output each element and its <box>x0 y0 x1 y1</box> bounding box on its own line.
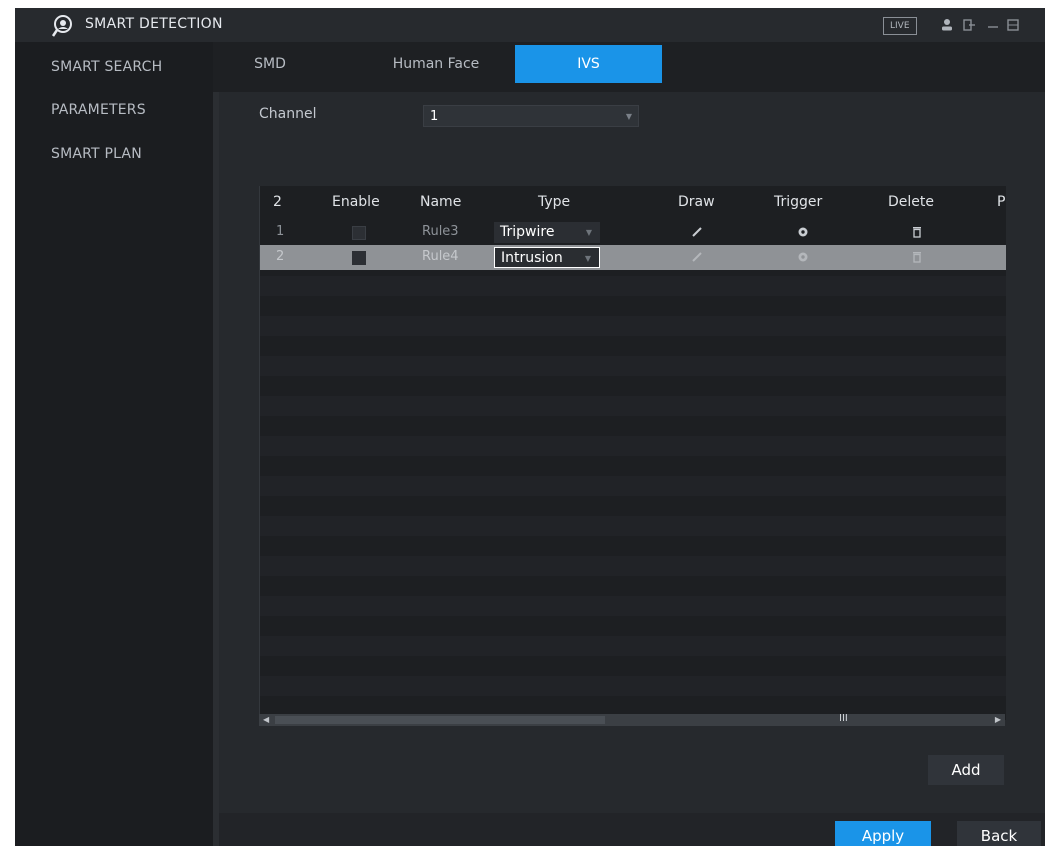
empty-row <box>260 676 1006 696</box>
col-type: Type <box>538 194 571 210</box>
main-window: SMART DETECTION LIVE SMART SEARCH PARAME… <box>15 8 1045 846</box>
col-enable: Enable <box>332 194 380 210</box>
col-p: P <box>997 194 1006 210</box>
type-select[interactable]: Intrusion ▼ <box>494 247 600 268</box>
back-button[interactable]: Back <box>957 821 1041 846</box>
channel-label: Channel <box>259 106 317 122</box>
sidebar: SMART SEARCH PARAMETERS SMART PLAN <box>15 42 213 846</box>
add-button[interactable]: Add <box>928 755 1004 785</box>
minimize-icon[interactable] <box>985 17 1001 33</box>
tab-ivs[interactable]: IVS <box>515 45 662 83</box>
table-row-selected[interactable]: 2 Rule4 Intrusion ▼ <box>260 245 1006 270</box>
page-title: SMART DETECTION <box>85 16 223 32</box>
empty-row <box>260 556 1006 576</box>
rule-name: Rule4 <box>422 249 459 264</box>
empty-row <box>260 316 1006 336</box>
draw-pencil-icon[interactable] <box>690 250 704 264</box>
row-index: 2 <box>276 249 285 264</box>
col-count: 2 <box>273 194 282 210</box>
chevron-down-icon: ▼ <box>584 254 591 263</box>
empty-row <box>260 596 1006 616</box>
col-draw: Draw <box>678 194 715 210</box>
channel-select[interactable]: 1 ▼ <box>423 105 639 127</box>
trigger-gear-icon[interactable] <box>796 250 810 264</box>
horizontal-scrollbar[interactable]: ◀ III ▶ <box>259 713 1005 726</box>
scroll-right-icon[interactable]: ▶ <box>995 714 1001 726</box>
empty-row <box>260 476 1006 496</box>
draw-pencil-icon[interactable] <box>690 225 704 239</box>
tab-human-face[interactable]: Human Face <box>381 45 491 83</box>
empty-row <box>260 436 1006 456</box>
enable-checkbox-checked[interactable] <box>352 251 366 265</box>
empty-row <box>260 516 1006 536</box>
delete-trash-icon[interactable] <box>910 250 924 264</box>
empty-row <box>260 356 1006 376</box>
rule-name: Rule3 <box>422 224 459 239</box>
type-value: Tripwire <box>500 224 555 240</box>
smart-detection-icon <box>51 15 72 37</box>
row-index: 1 <box>276 224 285 239</box>
type-select[interactable]: Tripwire ▼ <box>494 222 600 243</box>
live-button[interactable]: LIVE <box>883 17 917 35</box>
channel-value: 1 <box>430 109 439 124</box>
enable-checkbox[interactable] <box>352 226 366 240</box>
delete-trash-icon[interactable] <box>910 225 924 239</box>
scroll-left-icon[interactable]: ◀ <box>263 714 269 726</box>
col-name: Name <box>420 194 462 210</box>
col-delete: Delete <box>888 194 934 210</box>
logout-icon[interactable] <box>961 17 977 33</box>
col-trigger: Trigger <box>774 194 823 210</box>
user-icon[interactable] <box>939 17 955 33</box>
sidebar-item-smart-search[interactable]: SMART SEARCH <box>51 59 162 75</box>
tab-smd[interactable]: SMD <box>235 45 305 83</box>
trigger-gear-icon[interactable] <box>796 225 810 239</box>
chevron-down-icon: ▼ <box>585 228 592 237</box>
fullscreen-icon[interactable] <box>1005 17 1021 33</box>
scroll-grip: III <box>839 713 848 724</box>
sidebar-item-parameters[interactable]: PARAMETERS <box>51 102 146 118</box>
table-row[interactable]: 1 Rule3 Tripwire ▼ <box>260 220 1006 245</box>
table-header: 2 Enable Name Type Draw Trigger Delete P <box>260 186 1006 220</box>
rules-table: 2 Enable Name Type Draw Trigger Delete P… <box>259 186 1006 720</box>
type-value: Intrusion <box>501 250 563 266</box>
empty-row <box>260 276 1006 296</box>
sidebar-item-smart-plan[interactable]: SMART PLAN <box>51 146 142 162</box>
title-bar: SMART DETECTION LIVE <box>15 8 1045 42</box>
chevron-down-icon: ▼ <box>625 112 632 121</box>
empty-row <box>260 396 1006 416</box>
scroll-thumb[interactable] <box>275 716 605 724</box>
empty-row <box>260 636 1006 656</box>
apply-button[interactable]: Apply <box>835 821 931 846</box>
